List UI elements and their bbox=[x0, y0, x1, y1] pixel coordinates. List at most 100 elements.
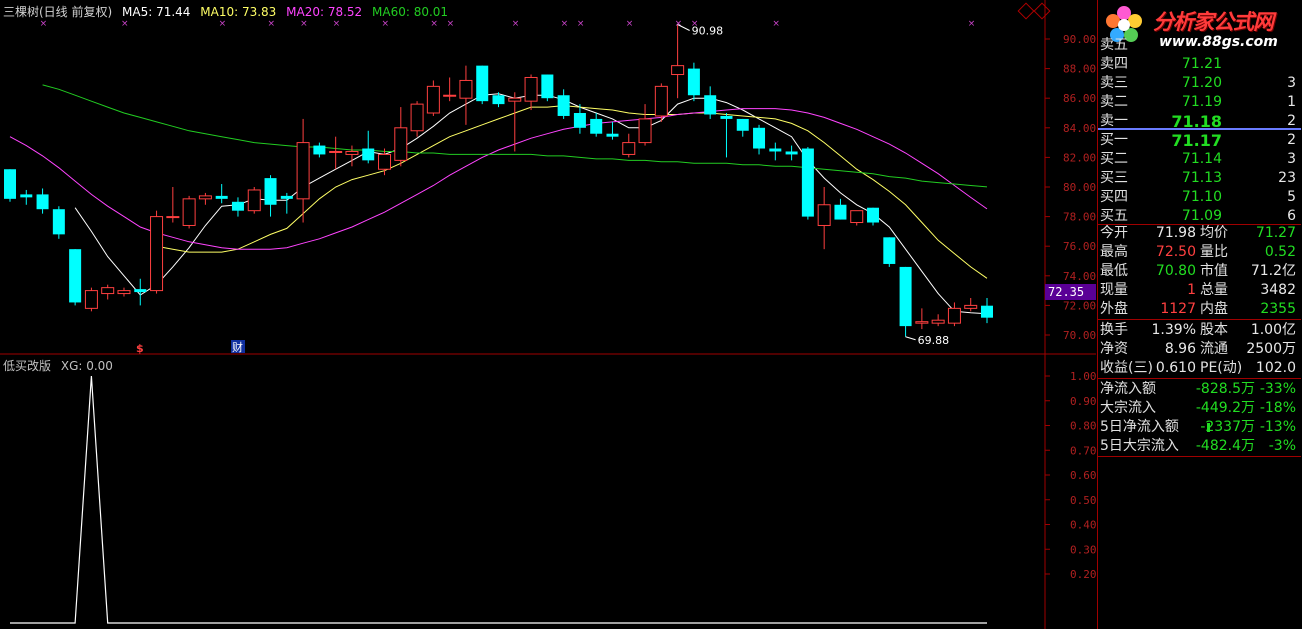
candle-body bbox=[541, 74, 554, 99]
candle bbox=[736, 118, 749, 137]
flow-label: 5日净流入额 bbox=[1100, 419, 1179, 435]
stat-label: 流通 bbox=[1200, 341, 1228, 357]
quote-panel: 分析家公式网 www.88gs.com 卖五 卖四 71.21 卖三 71.20 3 卖二 7… bbox=[1097, 0, 1302, 629]
candle bbox=[654, 83, 668, 122]
stat-value: 102.0 bbox=[1255, 360, 1296, 376]
flow-row: 大宗流入 -449.2万 -18% bbox=[1100, 399, 1300, 418]
price-tick-label: 76.00 bbox=[1063, 240, 1096, 253]
flow-percent: -13% bbox=[1259, 419, 1296, 435]
candle bbox=[394, 107, 408, 167]
candle-body bbox=[231, 201, 244, 211]
flow-label: 大宗流入 bbox=[1100, 400, 1156, 416]
candle-body bbox=[753, 127, 766, 149]
stat-row: 今开 71.98 均价 71.27 bbox=[1100, 224, 1300, 243]
stat-label: 股本 bbox=[1200, 322, 1228, 338]
price-tick-label: 74.00 bbox=[1063, 270, 1096, 283]
stat-row: 最高 72.50 量比 0.52 bbox=[1100, 243, 1300, 262]
candle-body bbox=[964, 304, 978, 309]
finance-marker: 财 bbox=[232, 340, 243, 354]
candle bbox=[215, 184, 228, 204]
price-tick-label: 82.00 bbox=[1063, 151, 1096, 164]
price-tick-label: 86.00 bbox=[1063, 92, 1096, 105]
stat-value: 2355 bbox=[1260, 301, 1296, 317]
ask-label: 卖二 bbox=[1100, 94, 1128, 110]
candle-body bbox=[426, 85, 440, 114]
stat-label: 收益(三) bbox=[1100, 360, 1153, 376]
candle-body bbox=[182, 198, 196, 226]
candle-body bbox=[590, 118, 603, 134]
high-label: 90.98 bbox=[692, 24, 724, 37]
brand-name: 分析家公式网 bbox=[1153, 10, 1274, 34]
stat-value: 72.50 bbox=[1155, 244, 1196, 260]
stat-label: 外盘 bbox=[1100, 301, 1128, 317]
stat-label: 今开 bbox=[1100, 225, 1128, 241]
sub-tick-label: 0.90 bbox=[1070, 395, 1096, 408]
candle bbox=[557, 89, 570, 119]
candle bbox=[476, 65, 489, 105]
bid-volume: 5 bbox=[1287, 189, 1296, 205]
candle-body bbox=[313, 145, 326, 155]
signal-marker: × bbox=[512, 19, 520, 29]
bid-volume: 3 bbox=[1287, 151, 1296, 167]
panel-separator bbox=[1098, 319, 1301, 320]
candle bbox=[69, 249, 82, 306]
candle bbox=[52, 206, 65, 239]
candle-body bbox=[769, 148, 782, 152]
sub-tick-label: 0.20 bbox=[1070, 568, 1096, 581]
candle-body bbox=[459, 79, 473, 99]
main-chart[interactable]: 90.00 88.00 86.00 84.00 82.00 80.00 78.00 76.00… bbox=[0, 0, 1096, 629]
candle-body bbox=[362, 148, 375, 161]
xg-line bbox=[10, 375, 987, 624]
sub-tick-label: 0.50 bbox=[1070, 494, 1096, 507]
flow-label: 5日大宗流入 bbox=[1100, 438, 1179, 454]
candle bbox=[622, 133, 636, 158]
candle bbox=[117, 287, 131, 297]
signal-marker: × bbox=[333, 19, 341, 29]
candle-body bbox=[247, 189, 261, 212]
ask-volume: 1 bbox=[1287, 94, 1296, 110]
candle-body bbox=[508, 97, 522, 102]
bid-price: 71.17 bbox=[1171, 131, 1222, 150]
candle-body bbox=[280, 195, 293, 199]
dividend-marker: $ bbox=[136, 342, 144, 355]
candle bbox=[720, 113, 733, 158]
candle bbox=[166, 187, 180, 223]
stat-value: 0.52 bbox=[1264, 244, 1296, 260]
ask-price: 71.21 bbox=[1181, 56, 1222, 72]
stat-row: 净资 8.96 流通 2500万 bbox=[1100, 340, 1300, 359]
candle bbox=[4, 169, 16, 202]
candle bbox=[231, 197, 244, 217]
flow-percent: -33% bbox=[1259, 381, 1296, 397]
flow-value: -828.5万 bbox=[1195, 381, 1255, 397]
candle bbox=[182, 195, 196, 229]
candle-body bbox=[134, 289, 147, 293]
stat-value: 1 bbox=[1187, 282, 1196, 298]
candle bbox=[606, 121, 619, 140]
price-tick-label: 88.00 bbox=[1063, 63, 1096, 76]
candle bbox=[84, 287, 98, 312]
sub-tick-label: 0.80 bbox=[1070, 420, 1096, 433]
candle bbox=[964, 298, 978, 312]
bid-row: 买一 71.17 2 bbox=[1100, 131, 1300, 150]
candle bbox=[687, 62, 700, 102]
ma5-label: MA5: 71.44 bbox=[122, 5, 191, 19]
candle bbox=[247, 187, 261, 214]
price-tick-label: 80.00 bbox=[1063, 181, 1096, 194]
bid-label: 买二 bbox=[1100, 151, 1128, 167]
candle bbox=[947, 302, 961, 327]
stat-value: 71.98 bbox=[1155, 225, 1196, 241]
candle-body bbox=[981, 305, 993, 318]
candle bbox=[931, 314, 945, 327]
candle bbox=[410, 101, 424, 137]
stat-row: 换手 1.39% 股本 1.00亿 bbox=[1100, 321, 1300, 340]
stat-label: 总量 bbox=[1200, 282, 1228, 298]
stat-value: 70.80 bbox=[1155, 263, 1196, 279]
candle-body bbox=[84, 290, 98, 309]
candle-body bbox=[834, 204, 847, 220]
flow-value: -449.2万 bbox=[1195, 400, 1255, 416]
candle-body bbox=[117, 290, 131, 295]
indicator-xg: XG: 0.00 bbox=[60, 359, 113, 373]
candle bbox=[850, 210, 864, 226]
candle-body bbox=[801, 148, 814, 217]
candle bbox=[981, 298, 993, 324]
